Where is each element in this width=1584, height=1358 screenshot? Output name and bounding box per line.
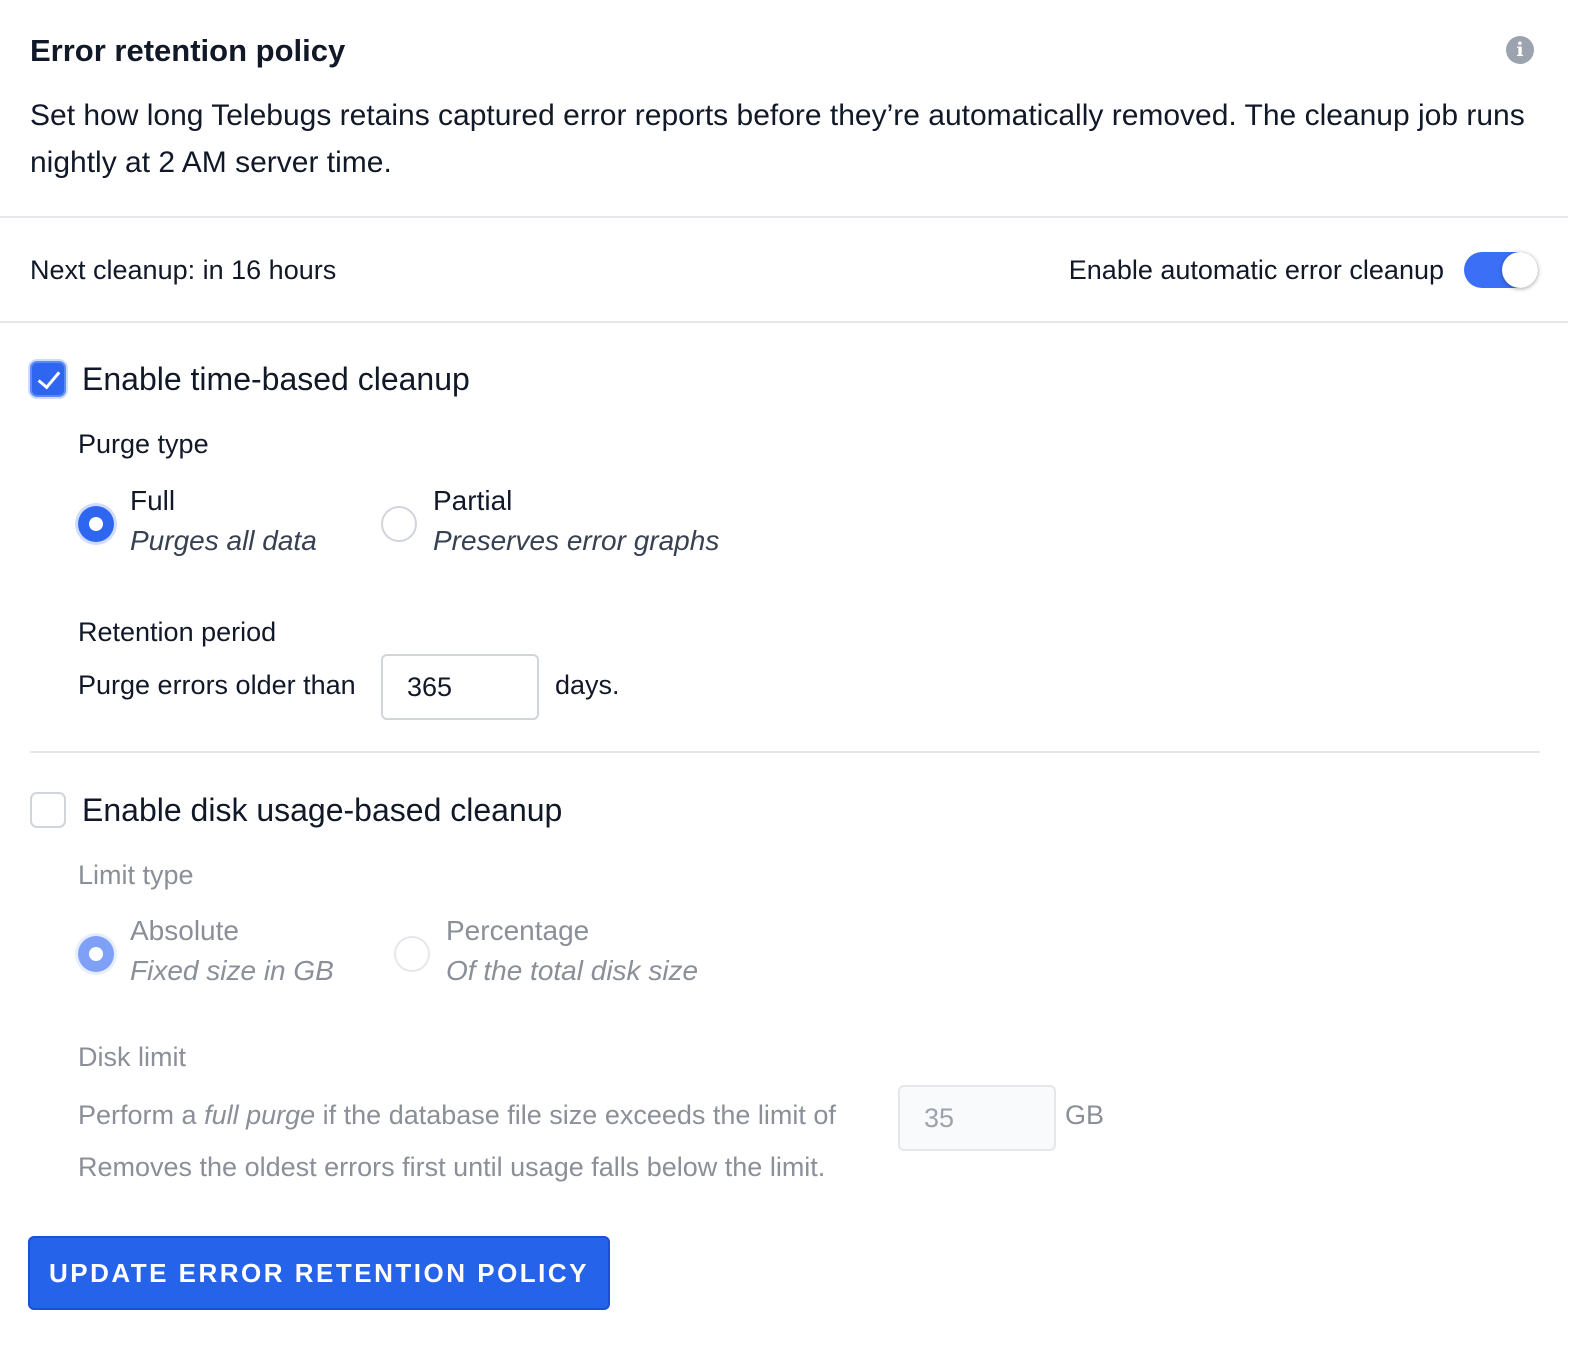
limit-emphasis: full purge — [204, 1100, 316, 1130]
next-cleanup-label: Next cleanup: — [30, 255, 196, 285]
checkmark-icon — [37, 365, 61, 390]
option-title: Full — [130, 485, 176, 516]
section-divider — [30, 751, 1540, 753]
limit-type-absolute-option[interactable]: Absolute Fixed size in GB — [78, 915, 348, 998]
auto-cleanup-toggle[interactable] — [1464, 252, 1538, 288]
disk-based-cleanup-label: Enable disk usage-based cleanup — [82, 792, 563, 828]
limit-type-percentage-radio[interactable] — [394, 936, 430, 972]
purge-type-label: Purge type — [78, 429, 209, 459]
disk-limit-row: Perform a full purge if the database fil… — [78, 1100, 836, 1131]
option-subtitle: Preserves error graphs — [433, 525, 720, 556]
option-title: Absolute — [130, 915, 239, 946]
purge-type-partial-radio[interactable] — [381, 506, 417, 542]
retention-period-label: Retention period — [78, 617, 277, 647]
next-cleanup-status: Next cleanup: in 16 hours — [30, 252, 336, 288]
time-based-cleanup-label: Enable time-based cleanup — [82, 361, 470, 397]
option-subtitle: Of the total disk size — [446, 955, 699, 986]
status-divider — [0, 321, 1568, 323]
purge-type-partial-option[interactable]: Partial Preserves error graphs — [381, 485, 741, 568]
toggle-knob — [1502, 252, 1538, 288]
option-title: Partial — [433, 485, 513, 516]
limit-type-absolute-radio[interactable] — [78, 936, 114, 972]
retention-period-row: Purge errors older than — [78, 670, 356, 701]
disk-limit-input[interactable] — [898, 1085, 1056, 1151]
error-retention-card: Error retention policy i Set how long Te… — [0, 0, 1568, 1358]
disk-based-cleanup-checkbox[interactable] — [30, 792, 66, 828]
header-divider — [0, 216, 1568, 218]
disk-limit-label: Disk limit — [78, 1042, 186, 1072]
option-subtitle: Fixed size in GB — [130, 955, 334, 986]
policy-description: Set how long Telebugs retains captured e… — [30, 99, 1525, 179]
disk-limit-help: Removes the oldest errors first until us… — [78, 1152, 826, 1182]
limit-type-percentage-option[interactable]: Percentage Of the total disk size — [394, 915, 724, 998]
retention-days-input[interactable] — [381, 654, 539, 720]
time-based-cleanup-checkbox[interactable] — [30, 361, 66, 397]
retention-prefix: Purge errors older than — [78, 670, 356, 700]
info-icon[interactable]: i — [1506, 36, 1534, 64]
next-cleanup-value: in 16 hours — [202, 255, 337, 285]
option-subtitle: Purges all data — [130, 525, 317, 556]
card-header: Error retention policy i — [30, 30, 1534, 72]
limit-prefix-rest: if the database file size exceeds the li… — [322, 1100, 836, 1130]
limit-type-label: Limit type — [78, 860, 194, 890]
page-title: Error retention policy — [30, 33, 346, 68]
purge-type-full-option[interactable]: Full Purges all data — [78, 485, 338, 568]
update-policy-button[interactable]: UPDATE ERROR RETENTION POLICY — [28, 1236, 610, 1310]
limit-prefix: Perform a — [78, 1100, 197, 1130]
retention-suffix: days. — [555, 670, 620, 700]
auto-cleanup-label: Enable automatic error cleanup — [1068, 255, 1444, 285]
purge-type-full-radio[interactable] — [78, 506, 114, 542]
disk-limit-unit: GB — [1065, 1100, 1105, 1130]
option-title: Percentage — [446, 915, 590, 946]
